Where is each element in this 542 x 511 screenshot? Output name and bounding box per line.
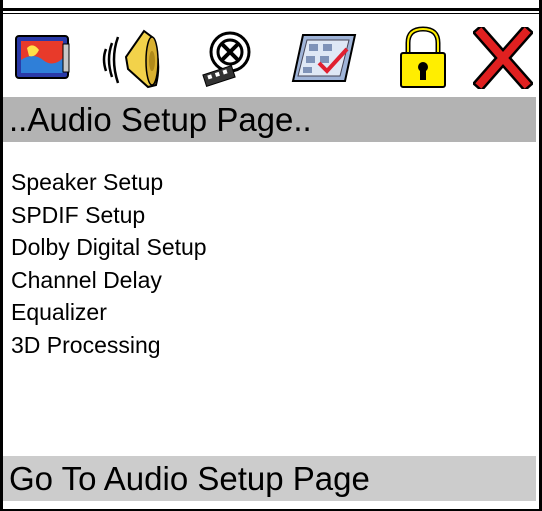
page-title: ..Audio Setup Page.. (3, 97, 536, 142)
password-setup-button[interactable] (388, 22, 458, 94)
general-setup-button[interactable] (8, 22, 78, 94)
video-film-icon (202, 31, 251, 87)
exit-x-icon (473, 27, 533, 89)
preferences-setup-button[interactable] (289, 22, 359, 94)
audio-speaker-icon (102, 29, 160, 89)
top-divider-thin (0, 13, 542, 14)
status-bar: Go To Audio Setup Page (3, 456, 536, 501)
menu-item-channel-delay[interactable]: Channel Delay (11, 264, 207, 297)
menu-item-equalizer[interactable]: Equalizer (11, 296, 207, 329)
audio-setup-button[interactable] (98, 22, 168, 94)
menu-item-speaker-setup[interactable]: Speaker Setup (11, 166, 207, 199)
preferences-checklist-icon (291, 34, 357, 82)
password-lock-icon (400, 26, 446, 88)
top-divider (0, 8, 542, 11)
menu-item-spdif-setup[interactable]: SPDIF Setup (11, 199, 207, 232)
exit-setup-button[interactable] (468, 22, 538, 94)
general-setup-icon (15, 35, 70, 79)
setup-toolbar (6, 22, 536, 94)
menu-item-dolby-digital-setup[interactable]: Dolby Digital Setup (11, 231, 207, 264)
video-setup-button[interactable] (194, 22, 264, 94)
audio-setup-menu: Speaker Setup SPDIF Setup Dolby Digital … (11, 166, 207, 362)
menu-item-3d-processing[interactable]: 3D Processing (11, 329, 207, 362)
